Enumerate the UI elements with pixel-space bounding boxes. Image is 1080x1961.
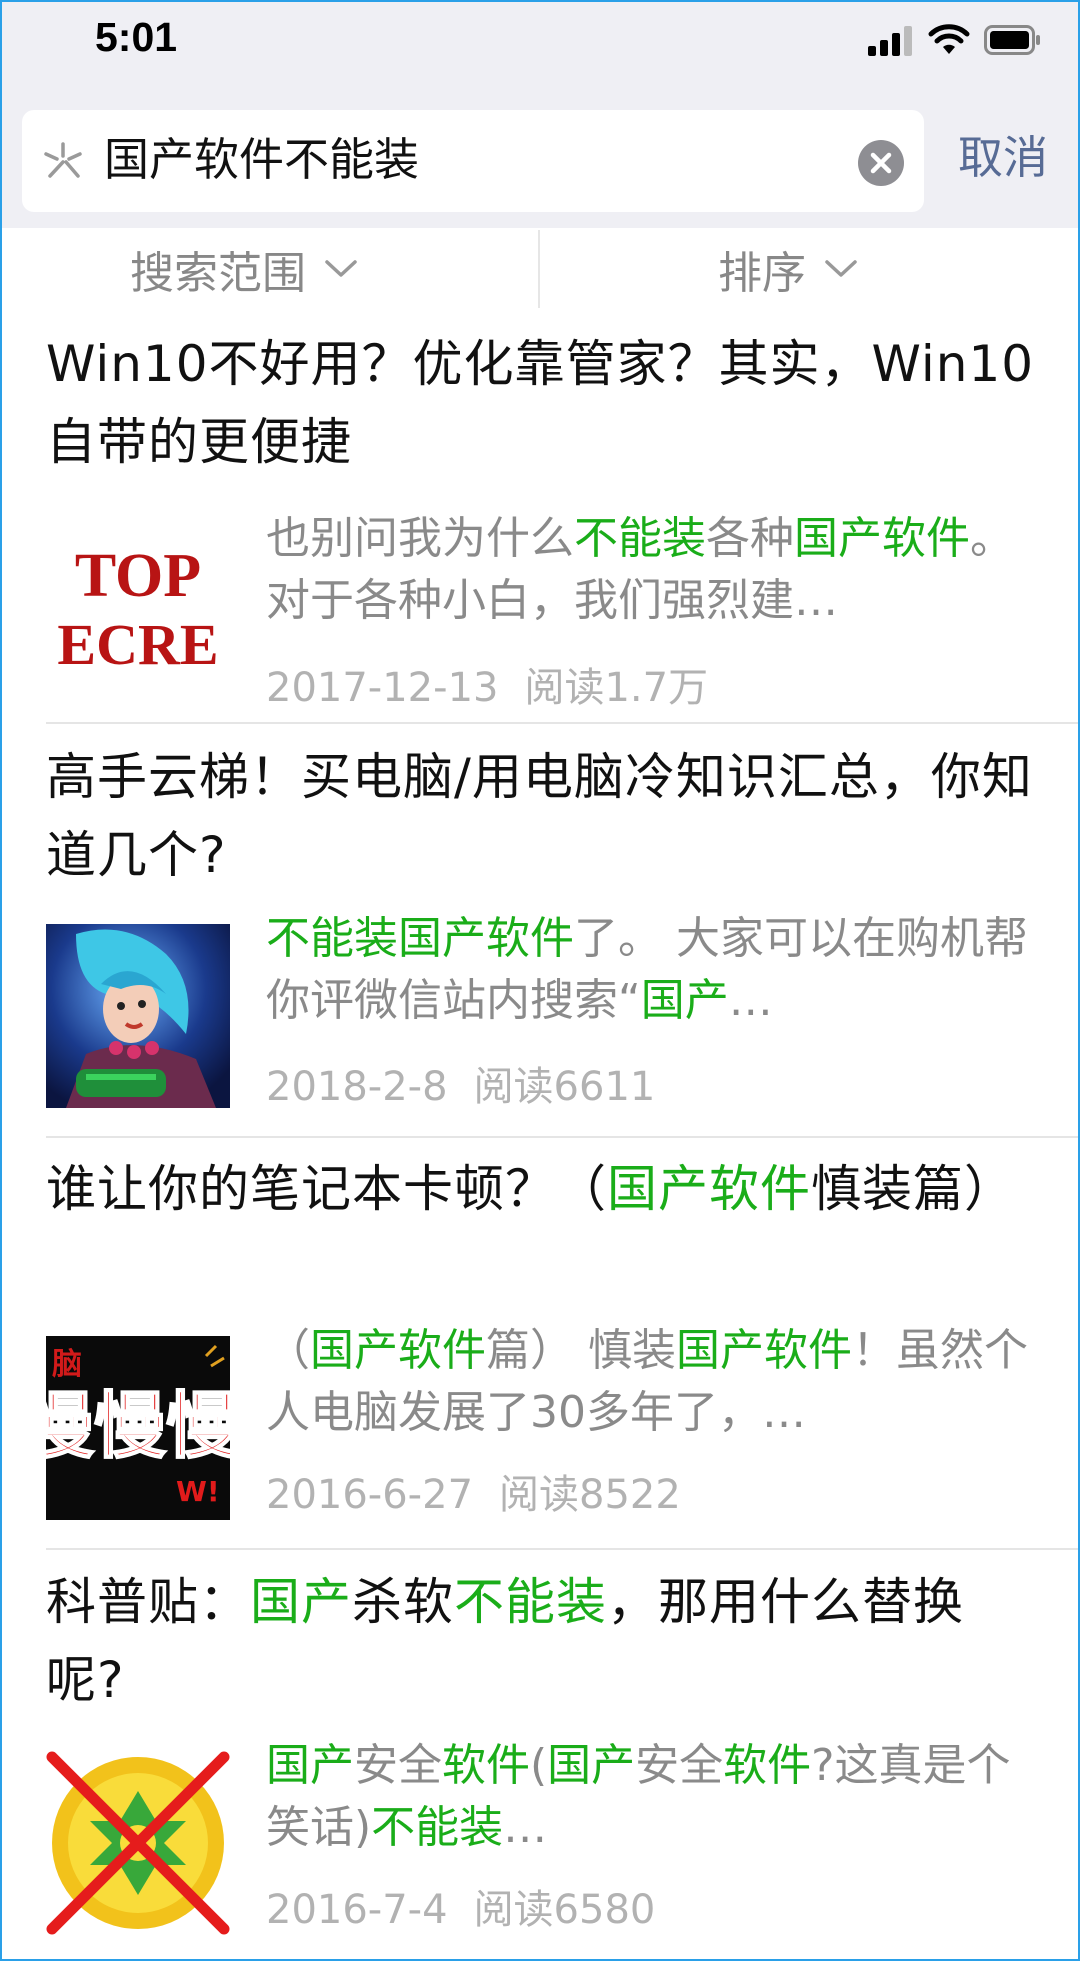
clear-icon[interactable]: [858, 140, 904, 186]
search-box[interactable]: 国产软件不能装: [22, 110, 924, 212]
snippet-text: 各种: [706, 513, 794, 564]
search-range-label: 搜索范围: [130, 248, 306, 299]
result-title[interactable]: 科普贴：国产杀软不能装，那用什么替换呢?: [46, 1563, 1036, 1719]
filter-divider: [538, 230, 540, 308]
image-text-w: W!: [176, 1475, 220, 1508]
title-highlight: 国产软件: [607, 1160, 811, 1218]
title-text: 杀软: [352, 1573, 454, 1631]
snippet-text: 安全: [354, 1740, 442, 1791]
snippet-text: …: [728, 975, 773, 1026]
snippet-highlight: 不能装: [574, 513, 706, 564]
filter-bar: 搜索范围 排序: [0, 228, 1080, 312]
search-header: 5:01 国产软件不能装 取消: [0, 0, 1080, 228]
result-snippet: 国产安全软件(国产安全软件?这真是个笑话)不能装…: [266, 1735, 1036, 1859]
result-reads: 阅读6611: [473, 1064, 656, 1110]
status-time: 5:01: [95, 14, 178, 60]
result-snippet: 也别问我为什么不能装各种国产软件。 对于各种小白，我们强烈建…: [266, 508, 1036, 632]
search-range-dropdown[interactable]: 搜索范围: [130, 238, 358, 300]
snippet-text: 安全: [635, 1740, 724, 1791]
result-date: 2018-2-8: [266, 1064, 448, 1110]
snippet-text: …: [503, 1802, 548, 1853]
result-item[interactable]: 谁让你的笔记本卡顿？（国产软件慎装篇） 脑 慢慢慢 W! （国产软件篇） 慎装国…: [46, 1150, 1036, 1520]
result-item[interactable]: 科普贴：国产杀软不能装，那用什么替换呢? 国产安全软件(国产安全软件?这真是个笑…: [46, 1563, 1036, 1935]
result-date: 2016-7-4: [266, 1887, 448, 1933]
result-date: 2017-12-13: [266, 665, 499, 711]
result-item[interactable]: Win10不好用？优化靠管家？其实，Win10自带的更便捷 TOP ECRE 也…: [46, 325, 1036, 711]
snippet-text: 篇） 慎装: [486, 1325, 676, 1376]
snippet-highlight: 国产: [640, 975, 729, 1026]
result-thumbnail: TOP ECRE: [46, 524, 230, 708]
result-title[interactable]: Win10不好用？优化靠管家？其实，Win10自带的更便捷: [46, 325, 1036, 481]
result-snippet: 不能装国产软件了。 大家可以在购机帮你评微信站内搜索“国产…: [266, 908, 1036, 1032]
wifi-icon: [928, 24, 970, 54]
result-meta: 2017-12-13 阅读1.7万: [266, 655, 708, 713]
result-title[interactable]: 高手云梯！买电脑/用电脑冷知识汇总，你知道几个?: [46, 738, 1036, 894]
snippet-text: (: [530, 1740, 548, 1791]
sort-label: 排序: [718, 248, 806, 299]
snippet-highlight: 国产软件: [310, 1325, 486, 1376]
result-thumbnail: 脑 慢慢慢 W!: [46, 1336, 230, 1520]
title-highlight: 国产: [250, 1573, 352, 1631]
snippet-highlight: 国产: [266, 1740, 354, 1791]
result-item[interactable]: 高手云梯！买电脑/用电脑冷知识汇总，你知道几个? 不能装国产软件了。 大家可以在…: [46, 738, 1036, 1110]
image-text-slow: 慢慢慢: [46, 1384, 230, 1468]
cancel-button[interactable]: 取消: [958, 130, 1048, 186]
result-thumbnail: [46, 1751, 230, 1935]
wechat-search-icon: [44, 142, 82, 178]
result-separator: [46, 1548, 1080, 1550]
result-separator: [46, 722, 1080, 724]
slow-computer-image: 脑 慢慢慢 W!: [46, 1336, 230, 1520]
chevron-down-icon: [825, 260, 857, 277]
title-text: 慎装篇）: [811, 1160, 1015, 1218]
snippet-highlight: 国产软件: [794, 513, 970, 564]
result-separator: [46, 1136, 1080, 1138]
result-reads: 阅读6580: [473, 1887, 656, 1933]
stamp-text-top: TOP: [75, 542, 201, 610]
result-reads: 阅读1.7万: [524, 665, 709, 711]
top-secret-stamp-image: TOP ECRE: [46, 524, 230, 708]
result-reads: 阅读8522: [499, 1472, 681, 1518]
chevron-down-icon: [325, 260, 357, 277]
snippet-highlight: 国产软件: [676, 1325, 852, 1376]
sort-dropdown[interactable]: 排序: [718, 238, 858, 300]
snippet-highlight: 国产: [547, 1740, 636, 1791]
snippet-text: 也别问我为什么: [266, 513, 574, 564]
result-thumbnail: [46, 924, 230, 1108]
game-character-image: [46, 924, 230, 1108]
snippet-highlight: 软件: [723, 1740, 812, 1791]
snippet-text: （: [266, 1325, 310, 1376]
result-meta: 2016-6-27 阅读8522: [266, 1462, 681, 1520]
result-meta: 2018-2-8 阅读6611: [266, 1054, 655, 1112]
title-highlight: 不能装: [454, 1573, 607, 1631]
snippet-highlight: 不能装: [371, 1802, 504, 1853]
result-meta: 2016-7-4 阅读6580: [266, 1877, 655, 1935]
result-date: 2016-6-27: [266, 1472, 474, 1518]
snippet-highlight: 软件: [442, 1740, 530, 1791]
title-text: 科普贴：: [46, 1573, 250, 1631]
battery-icon: [984, 25, 1040, 55]
security-software-logo-image: [46, 1751, 230, 1935]
snippet-highlight: 不能装国产软件: [266, 913, 574, 964]
status-icons: [868, 20, 1042, 60]
result-snippet: （国产软件篇） 慎装国产软件！虽然个人电脑发展了30多年了，…: [266, 1320, 1036, 1444]
image-text-nao: 脑: [52, 1347, 82, 1382]
result-title[interactable]: 谁让你的笔记本卡顿？（国产软件慎装篇）: [46, 1150, 1036, 1228]
stamp-text-ecre: ECRE: [57, 612, 218, 677]
search-input[interactable]: 国产软件不能装: [104, 132, 419, 188]
cellular-signal-icon: [868, 26, 912, 56]
title-text: 谁让你的笔记本卡顿？（: [46, 1160, 607, 1218]
